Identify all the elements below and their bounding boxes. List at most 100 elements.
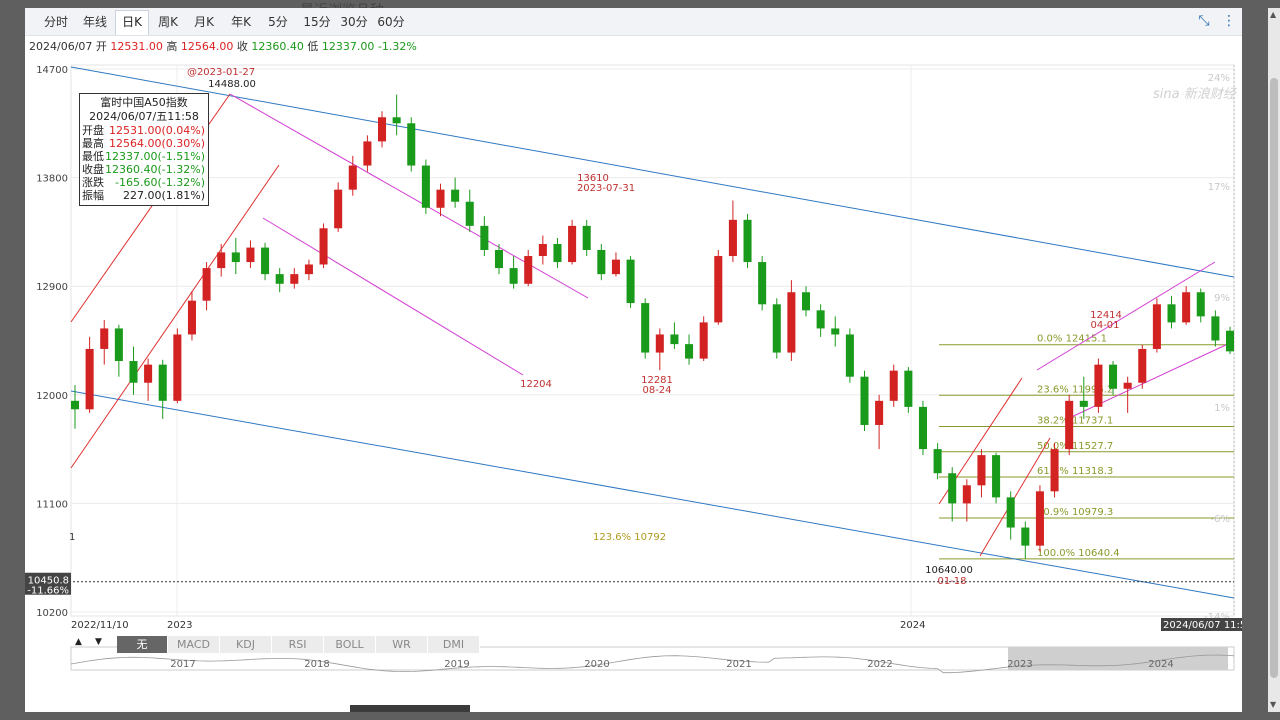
candle-body: [743, 219, 752, 263]
candle-body: [1152, 304, 1161, 349]
candle-body: [992, 455, 1001, 498]
y-tick-label: 13800: [36, 174, 68, 185]
fib-level-label: 80.9% 10979.3: [1037, 507, 1113, 518]
crosshair-pct: -11.66%: [27, 586, 69, 597]
candle-body: [275, 274, 284, 284]
candle-body: [348, 165, 357, 190]
candle-body: [1094, 364, 1103, 407]
navigator-year-label: 2024: [1148, 659, 1173, 670]
candle-body: [246, 247, 255, 263]
channel-upper-line: [70, 66, 1235, 278]
indicator-boll[interactable]: BOLL: [324, 636, 376, 653]
fib-extension-label: 123.6% 10792: [593, 532, 666, 543]
candle-body: [158, 364, 167, 401]
tooltip-key: 涨跌: [82, 176, 104, 189]
y-tick-label: 10200: [36, 608, 68, 619]
indicator-wr[interactable]: WR: [376, 636, 428, 653]
tooltip-row-amplitude: 振幅 227.00(1.81%): [80, 189, 208, 202]
tooltip-row-change: 涨跌 -165.60(-1.32%): [80, 176, 208, 189]
navigator-year-label: 2018: [304, 659, 329, 670]
low2-date-label: 08-24: [642, 385, 671, 396]
peak-value-label: 14488.00: [208, 79, 256, 90]
tooltip-datetime: 2024/06/07/五11:58: [89, 110, 199, 123]
high-date-label: 2023-07-31: [577, 183, 635, 194]
candle-body: [217, 252, 226, 269]
candle-body: [465, 201, 474, 226]
candle-body: [538, 243, 547, 257]
candle-body: [494, 250, 504, 269]
tooltip-key: 最高: [82, 137, 104, 150]
candle-body: [85, 348, 94, 410]
y-tick-label: 14700: [36, 65, 68, 76]
candle-body: [392, 117, 401, 124]
candle-body: [553, 243, 562, 263]
bottom-value-label: 10640.00: [925, 565, 973, 576]
candle-body: [231, 252, 240, 263]
candle-body: [933, 449, 942, 474]
navigator-year-label: 2023: [1007, 659, 1032, 670]
candle-body: [728, 219, 737, 257]
candle-body: [948, 473, 957, 504]
scroll-up-arrow-icon[interactable]: ▲: [1270, 10, 1276, 19]
candle-body: [1035, 491, 1044, 546]
navigator-year-label: 2017: [170, 659, 195, 670]
tooltip-key: 开盘: [82, 124, 104, 137]
y-axis: 14700 13800 12900 12000 11100 10200: [36, 65, 68, 619]
candle-body: [451, 189, 460, 202]
candle-body: [1021, 527, 1030, 546]
candle-body: [1006, 497, 1015, 528]
candle-body: [407, 123, 416, 166]
candle-body: [304, 264, 313, 275]
tooltip-value: 227.00(1.81%): [122, 189, 205, 202]
candle-body: [582, 225, 591, 250]
candle-body: [714, 256, 723, 323]
zoom-out-arrow-icon[interactable]: ▼: [95, 637, 102, 647]
candle-body: [611, 259, 620, 275]
candle-body: [1079, 400, 1088, 407]
candle-body: [114, 328, 123, 362]
scrollbar-thumb[interactable]: [1270, 78, 1278, 678]
candle-body: [860, 376, 869, 425]
candle-body: [626, 259, 635, 304]
tooltip-row-low: 最低 12337.00(-1.51%): [80, 150, 208, 163]
candle-body: [568, 225, 577, 263]
fib-level-label: 100.0% 10640.4: [1037, 548, 1120, 559]
candle-body: [261, 247, 270, 275]
candle-body: [1211, 316, 1220, 341]
pct-tick-label: -6%: [1211, 514, 1230, 525]
candle-body: [173, 334, 182, 401]
navigator-year-label: 2022: [867, 659, 892, 670]
indicator-rsi[interactable]: RSI: [272, 636, 324, 653]
candle-body: [363, 141, 372, 166]
fib-level-label: 38.2% 11737.1: [1037, 416, 1113, 427]
x-tick-label: 2023: [167, 620, 192, 631]
tooltip-key: 振幅: [82, 189, 104, 202]
candle-body: [977, 455, 986, 486]
scroll-down-arrow-icon[interactable]: ▼: [1270, 700, 1276, 709]
candle-body: [1123, 382, 1132, 389]
indicator-dmi[interactable]: DMI: [428, 636, 480, 653]
candle-body: [1196, 292, 1205, 317]
y-tick-label: 11100: [36, 499, 68, 510]
candle-body: [187, 300, 196, 335]
indicator-macd[interactable]: MACD: [168, 636, 220, 653]
candle-body: [641, 303, 650, 353]
zoom-in-arrow-icon[interactable]: ▲: [75, 637, 82, 647]
indicator-kdj[interactable]: KDJ: [220, 636, 272, 653]
navigator-year-label: 2021: [726, 659, 751, 670]
kline-window: 分时 年线 日K 周K 月K 年K 5分 15分 30分 60分 ⤡ ⋮ 202…: [25, 8, 1242, 712]
candle-body: [100, 328, 109, 349]
watermark-logo: sina 新浪财经: [1153, 86, 1238, 102]
candle-body: [962, 485, 971, 504]
low-value-label: 12204: [520, 379, 552, 390]
fib-level-label: 61.8% 11318.3: [1037, 466, 1113, 477]
candle-body: [670, 334, 679, 345]
x-tick-label: 2022/11/10: [71, 620, 129, 631]
indicator-none[interactable]: 无: [117, 636, 168, 653]
candle-body: [918, 406, 927, 450]
left-marker: 1: [69, 532, 75, 543]
tooltip-row-open: 开盘 12531.00(0.04%): [80, 124, 208, 137]
tooltip-row-high: 最高 12564.00(0.30%): [80, 137, 208, 150]
candle-body: [831, 328, 840, 335]
pct-tick-label: 1%: [1214, 403, 1230, 414]
